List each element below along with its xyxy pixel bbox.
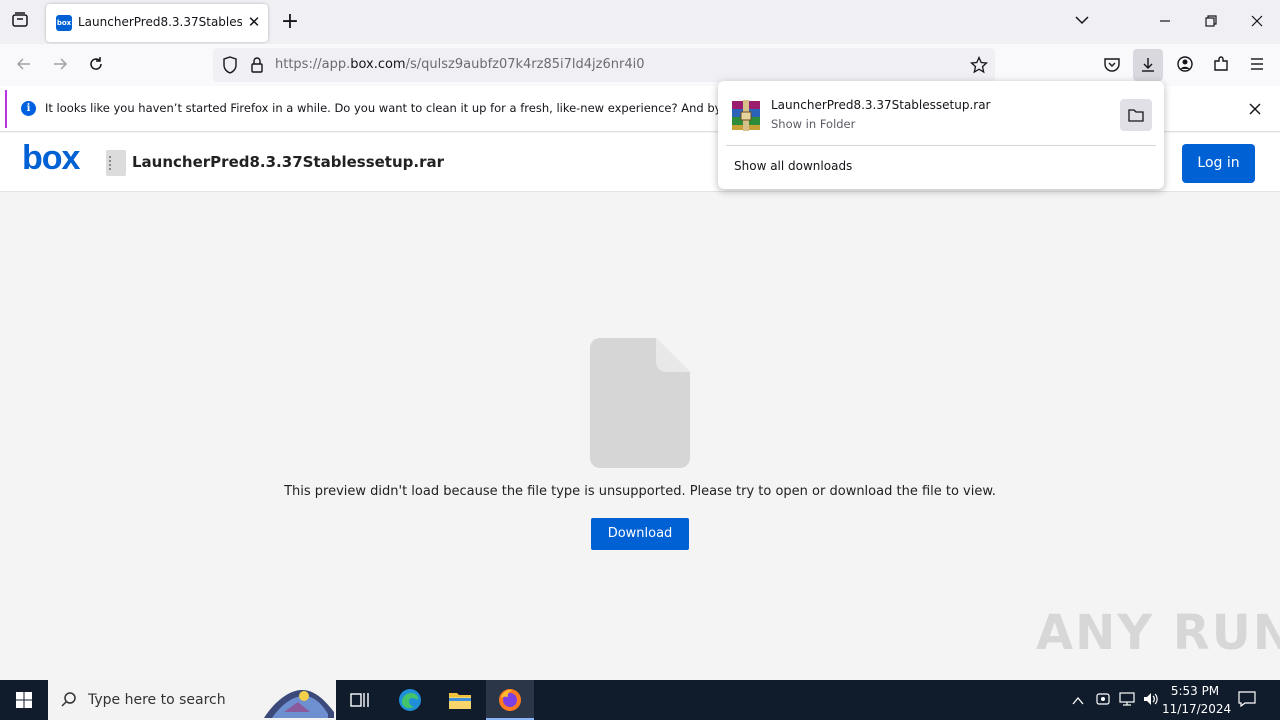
reload-icon[interactable] (85, 55, 107, 75)
tray-chevron-up-icon[interactable] (1068, 692, 1088, 710)
back-arrow-icon[interactable] (13, 55, 35, 75)
url-text[interactable]: https://app.box.com/s/qulsz9aubfz07k4rz8… (275, 57, 644, 72)
edge-browser-icon[interactable] (390, 680, 430, 720)
downloads-panel: LauncherPred8.3.37Stablessetup.rar Show … (718, 81, 1164, 189)
url-prefix: https://app. (275, 57, 351, 72)
forward-arrow-icon[interactable] (49, 55, 71, 75)
clock-date[interactable]: 11/17/2024 (1162, 702, 1231, 716)
url-host: box.com (350, 57, 406, 72)
list-all-tabs-icon[interactable] (8, 11, 32, 33)
extensions-puzzle-icon[interactable] (1210, 55, 1232, 75)
search-highlight-art-icon (264, 690, 334, 718)
pocket-icon[interactable] (1101, 55, 1123, 75)
login-button[interactable]: Log in (1182, 144, 1255, 183)
preview-error-message: This preview didn't load because the fil… (284, 484, 996, 499)
firefox-taskbar-icon[interactable] (486, 680, 534, 720)
lock-icon[interactable] (249, 56, 265, 74)
download-status: Show in Folder (771, 117, 856, 131)
chevron-down-icon[interactable] (1070, 12, 1094, 32)
tracking-protection-shield-icon[interactable] (221, 56, 239, 74)
windows-taskbar: Type here to search 5:53 PM 11/17/2024 (0, 680, 1280, 720)
close-window-button[interactable] (1242, 8, 1272, 36)
url-bar[interactable]: https://app.box.com/s/qulsz9aubfz07k4rz8… (213, 48, 995, 82)
search-placeholder: Type here to search (88, 692, 226, 708)
show-in-folder-button[interactable] (1120, 99, 1152, 131)
download-button[interactable]: Download (591, 518, 689, 550)
download-item[interactable]: LauncherPred8.3.37Stablessetup.rar Show … (718, 81, 1164, 143)
restore-button[interactable] (1196, 8, 1226, 36)
watermark: ANY RUN (1036, 605, 1280, 661)
volume-icon[interactable] (1141, 691, 1161, 709)
tab-title: LauncherPred8.3.37Stablesetup.rar — Box (78, 15, 242, 29)
box-logo[interactable]: box (22, 139, 80, 178)
url-path: /s/qulsz9aubfz07k4rz85i7ld4jz6nr4i0 (405, 57, 645, 72)
tab-box-file[interactable]: box LauncherPred8.3.37Stablesetup.rar — … (46, 4, 268, 42)
network-icon[interactable] (1117, 691, 1137, 709)
bookmark-star-icon[interactable] (969, 55, 989, 74)
downloads-icon[interactable] (1133, 49, 1163, 81)
file-explorer-icon[interactable] (440, 680, 480, 720)
notification-close-icon[interactable] (1245, 99, 1265, 119)
new-tab-button[interactable]: + (278, 8, 302, 36)
task-view-icon[interactable] (340, 680, 380, 720)
search-icon (61, 692, 76, 707)
file-name-heading: LauncherPred8.3.37Stablessetup.rar (132, 153, 445, 171)
folder-icon (1128, 109, 1144, 122)
navigation-toolbar: https://app.box.com/s/qulsz9aubfz07k4rz8… (0, 44, 1280, 86)
show-all-downloads-link[interactable]: Show all downloads (734, 159, 852, 173)
generic-file-icon (590, 338, 690, 468)
notification-center-icon[interactable] (1236, 691, 1258, 709)
clock-time[interactable]: 5:53 PM (1164, 684, 1226, 698)
winrar-archive-icon (732, 100, 760, 131)
tab-close-icon[interactable]: ✕ (244, 12, 264, 32)
account-icon[interactable] (1174, 55, 1196, 75)
hamburger-menu-icon[interactable] (1246, 55, 1268, 75)
download-file-name: LauncherPred8.3.37Stablessetup.rar (771, 98, 991, 112)
panel-divider (726, 145, 1156, 146)
zip-file-icon (106, 150, 126, 176)
notification-text: It looks like you haven’t started Firefo… (45, 101, 720, 115)
notification-accent (5, 90, 7, 128)
taskbar-search[interactable]: Type here to search (48, 680, 336, 720)
box-favicon-icon: box (56, 15, 72, 31)
windows-start-icon[interactable] (0, 680, 48, 720)
tab-strip: box LauncherPred8.3.37Stablesetup.rar — … (0, 0, 1280, 44)
minimize-button[interactable] (1150, 8, 1180, 36)
info-icon: i (21, 101, 36, 116)
tray-meet-icon[interactable] (1094, 691, 1112, 709)
